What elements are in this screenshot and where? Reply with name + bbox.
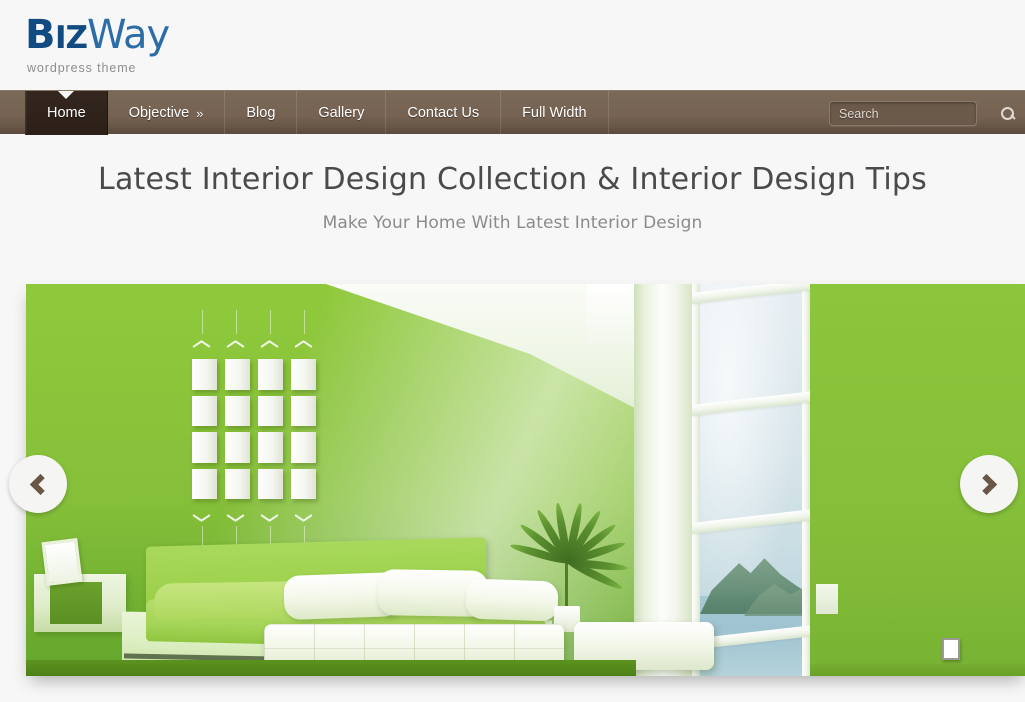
hook-icon [226, 310, 248, 354]
hook-icon [192, 506, 214, 552]
site-logo[interactable]: BIZWay wordpress theme [25, 12, 170, 75]
window [692, 284, 810, 676]
slider-next-button[interactable] [960, 455, 1018, 513]
wall-frame [291, 395, 316, 426]
potted-plant [506, 498, 636, 632]
frame-hooks-bottom [192, 506, 316, 552]
hook-icon [260, 310, 282, 354]
page-subtitle: Make Your Home With Latest Interior Desi… [322, 213, 703, 233]
nav-item-label: Contact Us [407, 105, 480, 121]
logo-biz-text: BIZ [25, 12, 88, 58]
hook-icon [294, 506, 316, 552]
wall-frame [258, 359, 283, 390]
logo-wordmark: BIZWay [25, 12, 170, 61]
logo-way-text: Way [87, 12, 170, 58]
nav-item-label: Objective [128, 105, 190, 121]
nav-item-blog[interactable]: Blog [225, 91, 298, 135]
wall-frame [225, 359, 250, 390]
wall-frame [291, 432, 316, 463]
wall-frame [225, 395, 250, 426]
hook-icon [226, 506, 248, 552]
small-white-frame [942, 638, 960, 660]
hero-headings: Latest Interior Design Collection & Inte… [0, 134, 1025, 233]
page-title: Latest Interior Design Collection & Inte… [98, 162, 927, 197]
slider-prev-button[interactable] [9, 455, 67, 513]
floor-strip-right [810, 664, 1025, 676]
nav-item-contact-us[interactable]: Contact Us [386, 91, 502, 135]
search-box[interactable] [829, 101, 1014, 126]
frame-hooks-top [192, 310, 316, 354]
search-input[interactable] [839, 106, 1000, 121]
white-column [634, 284, 692, 676]
wall-frame-grid [192, 359, 316, 499]
leaning-picture-frame [41, 537, 83, 587]
logo-tagline: wordpress theme [27, 61, 137, 75]
nav-item-label: Full Width [522, 105, 587, 121]
hook-icon [294, 310, 316, 354]
nav-item-label: Home [47, 105, 86, 121]
wall-frame [258, 432, 283, 463]
chevron-right-icon [975, 473, 998, 495]
wall-panel-right [816, 584, 838, 614]
hook-icon [260, 506, 282, 552]
chevron-left-icon [29, 473, 52, 495]
wall-frame [192, 432, 217, 463]
nav-item-home[interactable]: Home [25, 91, 108, 135]
search-icon[interactable] [1000, 106, 1016, 122]
site-header: BIZWay wordpress theme [0, 0, 1025, 90]
search-area [829, 101, 1014, 126]
nav-item-objective[interactable]: Objective » [108, 91, 226, 135]
wall-frame [192, 359, 217, 390]
window-mullion-vertical [692, 284, 700, 676]
wall-frame [258, 468, 283, 499]
wall-frame [225, 468, 250, 499]
wall-frame [192, 468, 217, 499]
floor-strip [26, 660, 636, 676]
nav-item-label: Gallery [318, 105, 365, 121]
logo-iz-text: IZ [55, 20, 88, 56]
wall-frame [291, 468, 316, 499]
hero-slider[interactable] [26, 284, 1025, 676]
nightstand-opening [50, 582, 102, 624]
wall-frame [258, 395, 283, 426]
wall-frame [192, 395, 217, 426]
hook-icon [192, 310, 214, 354]
nav-item-label: Blog [246, 105, 276, 121]
wall-frame [225, 432, 250, 463]
wall-frame [291, 359, 316, 390]
slider-slide [26, 284, 1025, 676]
main-navigation: Home Objective » Blog Gallery Contact Us… [0, 90, 1025, 135]
window-mullion-vertical [802, 284, 810, 676]
nav-item-full-width[interactable]: Full Width [501, 91, 609, 135]
nav-item-gallery[interactable]: Gallery [297, 91, 387, 135]
chevron-double-right-icon: » [196, 105, 204, 121]
